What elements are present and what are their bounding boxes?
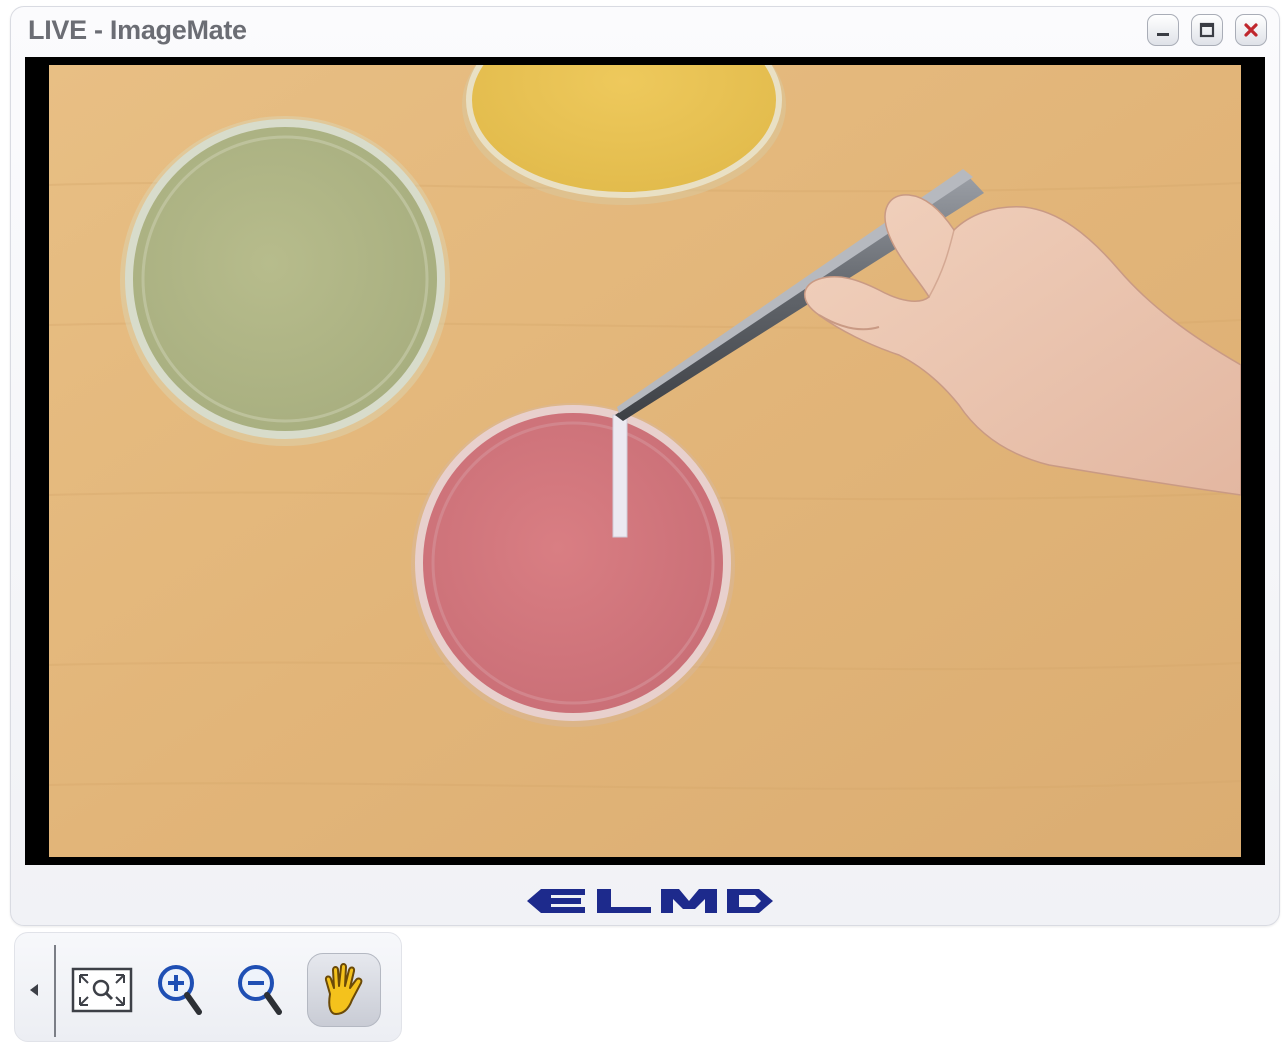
window-title: LIVE - ImageMate [28,15,247,45]
view-toolbar [14,932,402,1042]
imagemate-window: LIVE - ImageMate [10,6,1280,926]
minimize-button[interactable] [1147,14,1179,46]
fit-zoom-icon [71,967,133,1013]
maximize-button[interactable] [1191,14,1223,46]
zoom-out-icon [238,965,282,1015]
hand-icon [324,963,363,1015]
pan-hand-button[interactable] [307,953,381,1027]
live-video-viewport[interactable] [25,57,1265,865]
elmo-logo [519,881,779,921]
toolbar-divider [54,945,56,1037]
camera-image [49,65,1241,857]
close-icon [1244,23,1258,37]
triangle-left-icon [30,984,38,996]
zoom-out-button[interactable] [223,953,297,1027]
fit-to-window-button[interactable] [65,953,139,1027]
screen: LIVE - ImageMate [0,0,1283,1044]
zoom-in-icon [158,965,202,1015]
maximize-icon [1199,22,1215,38]
close-button[interactable] [1235,14,1267,46]
minimize-icon [1157,33,1169,36]
zoom-in-button[interactable] [143,953,217,1027]
toolbar-collapse-button[interactable] [27,981,41,999]
